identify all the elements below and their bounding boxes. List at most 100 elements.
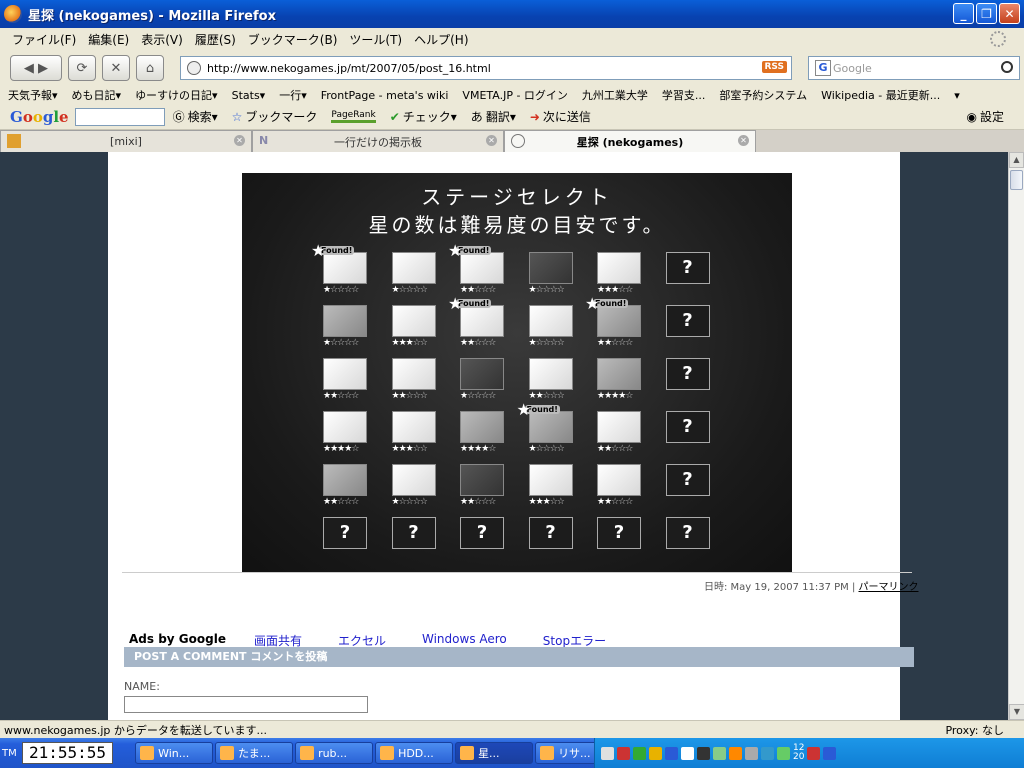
stage-thumbnail[interactable]: ★★★☆☆ — [528, 464, 573, 507]
taskbar-button[interactable]: rub... — [295, 742, 374, 764]
stage-thumbnail[interactable]: ★☆☆☆☆ — [323, 305, 367, 348]
locked-stage[interactable]: ? — [665, 252, 710, 284]
name-input[interactable] — [124, 696, 368, 713]
tray-icon[interactable] — [601, 746, 614, 760]
vertical-scrollbar[interactable]: ▲ ▼ — [1008, 152, 1024, 720]
bookmark-item[interactable]: VMETA.JP - ログイン — [462, 87, 568, 103]
stage-thumbnail[interactable]: ★☆☆☆☆ Found! — [516, 400, 573, 454]
search-icon[interactable] — [1001, 61, 1013, 73]
menu-edit[interactable]: 編集(E) — [82, 31, 135, 48]
tray-icon[interactable] — [761, 746, 774, 760]
tray-icon[interactable] — [681, 746, 694, 760]
locked-stage[interactable]: ? — [528, 517, 573, 549]
minimize-button[interactable]: _ — [953, 3, 974, 24]
bookmark-item[interactable]: Stats▾ — [232, 89, 266, 102]
locked-stage[interactable]: ? — [665, 517, 710, 549]
locked-stage[interactable]: ? — [665, 305, 710, 337]
bookmark-item[interactable]: 九州工業大学 — [582, 87, 648, 103]
google-search-input[interactable] — [74, 107, 165, 126]
locked-stage[interactable]: ? — [391, 517, 436, 549]
google-check-button[interactable]: ✔ チェック▾ — [390, 108, 457, 125]
back-forward-button[interactable]: ◀ ▶ — [10, 55, 62, 81]
stage-thumbnail[interactable]: ★★★☆☆ — [597, 252, 641, 295]
stage-thumbnail[interactable]: ★★☆☆☆ — [391, 358, 436, 401]
stage-thumbnail[interactable]: ★★☆☆☆ Found! — [448, 241, 504, 295]
tray-icon[interactable] — [823, 746, 837, 760]
scroll-thumb[interactable] — [1010, 170, 1023, 190]
tray-icon[interactable] — [633, 746, 646, 760]
stage-thumbnail[interactable]: ★☆☆☆☆ — [460, 358, 504, 401]
menu-file[interactable]: ファイル(F) — [6, 31, 82, 48]
google-send-button[interactable]: ➜ 次に送信 — [530, 108, 591, 125]
search-bar[interactable]: G Google — [808, 56, 1020, 80]
tab-hoshitan[interactable]: 星探 (nekogames) ✕ — [504, 130, 756, 152]
permalink-link[interactable]: パーマリンク — [859, 582, 919, 593]
stage-thumbnail[interactable]: ★★★★☆ — [460, 411, 504, 454]
bookmark-more[interactable]: ▾ — [954, 89, 960, 102]
menu-tools[interactable]: ツール(T) — [343, 31, 408, 48]
tab-close-icon[interactable]: ✕ — [738, 135, 749, 146]
google-engine-icon[interactable]: G — [815, 60, 831, 76]
google-bookmark-button[interactable]: ☆ ブックマーク — [232, 108, 318, 125]
bookmark-item[interactable]: ゆーすけの日記▾ — [135, 87, 218, 103]
menu-history[interactable]: 履歴(S) — [189, 31, 242, 48]
google-translate-button[interactable]: あ翻訳▾ — [471, 108, 516, 125]
tray-icon[interactable] — [665, 746, 678, 760]
stage-thumbnail[interactable]: ★☆☆☆☆ — [528, 305, 573, 348]
scroll-down-icon[interactable]: ▼ — [1009, 704, 1024, 720]
tab-mixi[interactable]: [mixi] ✕ — [0, 130, 252, 152]
stage-thumbnail[interactable]: ★★☆☆☆ — [597, 411, 641, 454]
tray-icon[interactable] — [649, 746, 662, 760]
tray-icon[interactable] — [729, 746, 742, 760]
tray-icon[interactable] — [713, 746, 726, 760]
tab-close-icon[interactable]: ✕ — [486, 135, 497, 146]
locked-stage[interactable]: ? — [460, 517, 504, 549]
scroll-up-icon[interactable]: ▲ — [1009, 152, 1024, 168]
bookmark-item[interactable]: 天気予報▾ — [8, 87, 58, 103]
stage-thumbnail[interactable]: ★★★☆☆ — [391, 305, 436, 348]
pagerank-indicator[interactable]: PageRank — [331, 110, 376, 123]
menu-help[interactable]: ヘルプ(H) — [408, 31, 474, 48]
taskbar-button[interactable]: たま... — [215, 742, 294, 764]
stage-thumbnail[interactable]: ★★☆☆☆ — [460, 464, 504, 507]
bookmark-item[interactable]: 学習支... — [662, 87, 706, 103]
stage-thumbnail[interactable]: ★★☆☆☆ — [323, 358, 367, 401]
stage-thumbnail[interactable]: ★★☆☆☆ Found! — [448, 294, 504, 348]
menu-bookmarks[interactable]: ブックマーク(B) — [242, 31, 344, 48]
stage-thumbnail[interactable]: ★★★★☆ — [597, 358, 641, 401]
stage-thumbnail[interactable]: ★★☆☆☆ Found! — [585, 294, 641, 348]
quick-launch-icon[interactable] — [121, 743, 135, 763]
stage-thumbnail[interactable]: ★★★☆☆ — [391, 411, 436, 454]
reload-button[interactable]: ⟳ — [68, 55, 96, 81]
tab-list-icon[interactable] — [1004, 130, 1020, 152]
stage-thumbnail[interactable]: ★★★★☆ — [323, 411, 367, 454]
locked-stage[interactable]: ? — [665, 464, 710, 496]
url-bar[interactable]: http://www.nekogames.jp/mt/2007/05/post_… — [180, 56, 792, 80]
stage-thumbnail[interactable]: ★★☆☆☆ — [528, 358, 573, 401]
stage-thumbnail[interactable]: ★★☆☆☆ — [597, 464, 641, 507]
google-settings-button[interactable]: ◉ 設定 — [967, 108, 1005, 125]
locked-stage[interactable]: ? — [665, 411, 710, 443]
stage-thumbnail[interactable]: ★☆☆☆☆ — [391, 464, 436, 507]
bookmark-item[interactable]: 一行▾ — [279, 87, 307, 103]
tray-icon[interactable] — [745, 746, 758, 760]
rss-icon[interactable]: RSS — [761, 61, 787, 73]
locked-stage[interactable]: ? — [323, 517, 367, 549]
stage-thumbnail[interactable]: ★☆☆☆☆ Found! — [311, 241, 367, 295]
taskbar-button[interactable]: 星... — [455, 742, 534, 764]
tab-close-icon[interactable]: ✕ — [234, 135, 245, 146]
close-button[interactable]: ✕ — [999, 3, 1020, 24]
stage-thumbnail[interactable]: ★☆☆☆☆ — [391, 252, 436, 295]
taskbar-button[interactable]: Win... — [135, 742, 214, 764]
home-button[interactable]: ⌂ — [136, 55, 164, 81]
stage-thumbnail[interactable]: ★☆☆☆☆ — [528, 252, 573, 295]
tab-bbs[interactable]: N 一行だけの掲示板 ✕ — [252, 130, 504, 152]
bookmark-item[interactable]: FrontPage - meta's wiki — [321, 89, 449, 102]
tray-icon[interactable] — [617, 746, 630, 760]
locked-stage[interactable]: ? — [665, 358, 710, 390]
locked-stage[interactable]: ? — [597, 517, 641, 549]
menu-view[interactable]: 表示(V) — [135, 31, 189, 48]
taskbar-button[interactable]: HDD... — [375, 742, 454, 764]
stage-thumbnail[interactable]: ★★☆☆☆ — [323, 464, 367, 507]
bookmark-item[interactable]: 部室予約システム — [719, 87, 807, 103]
